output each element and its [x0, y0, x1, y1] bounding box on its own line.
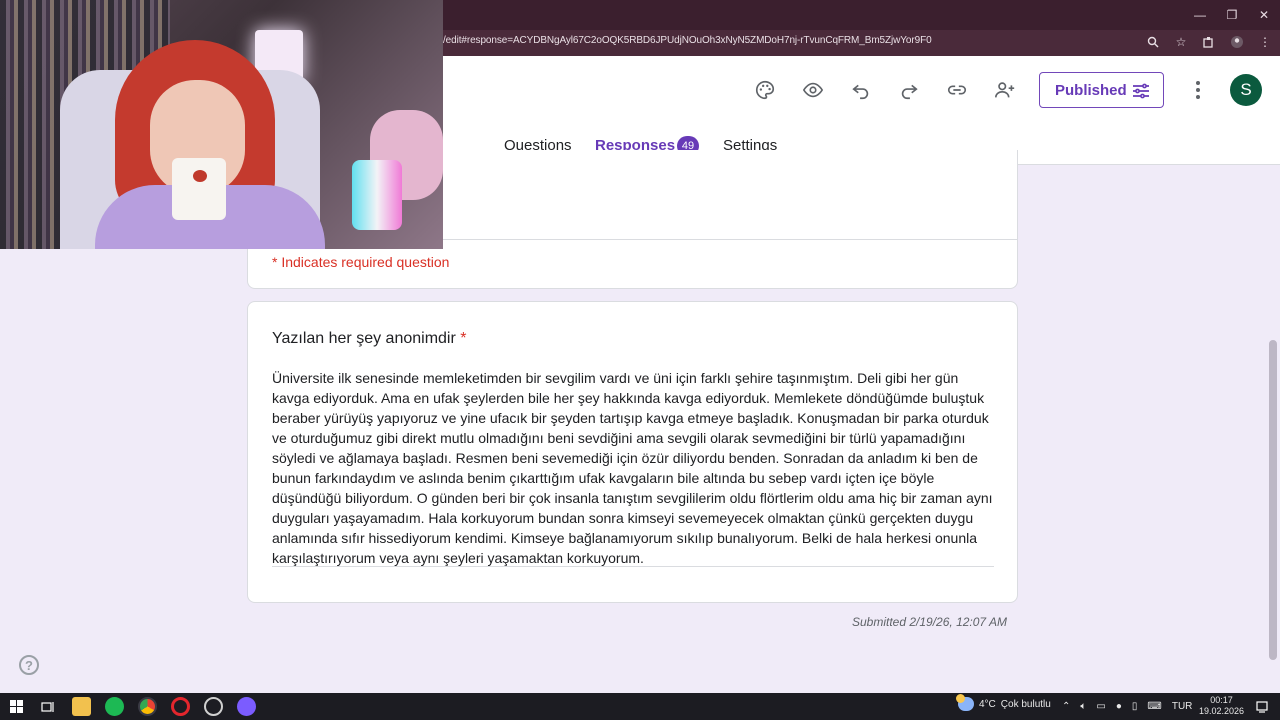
webcam-mug — [172, 158, 226, 220]
chrome-icon[interactable] — [138, 697, 157, 716]
weather-description: Çok bulutlu — [1000, 698, 1051, 710]
published-button[interactable]: Published — [1039, 72, 1164, 108]
taskbar-clock[interactable]: 00:17 19.02.2026 — [1199, 695, 1244, 717]
url-field[interactable]: /edit#response=ACYDBNgAyl67C2oOQK5RBD6JP… — [443, 35, 932, 46]
palette-icon[interactable] — [753, 78, 777, 102]
required-asterisk: * — [460, 330, 467, 347]
app-icon[interactable] — [204, 697, 223, 716]
webcam-mug-logo — [193, 170, 207, 182]
streaming-app-icon[interactable] — [237, 697, 256, 716]
profile-icon[interactable] — [1228, 33, 1246, 51]
zoom-icon[interactable] — [1144, 33, 1162, 51]
preview-eye-icon[interactable] — [801, 78, 825, 102]
system-tray: ⌃ 🔈︎ ▭ ● ▯ ⌨︎ TUR — [1062, 693, 1192, 720]
clock-date: 19.02.2026 — [1198, 706, 1244, 716]
extensions-icon[interactable] — [1200, 33, 1218, 51]
file-explorer-icon[interactable] — [72, 697, 91, 716]
bookmark-star-icon[interactable]: ☆ — [1172, 33, 1190, 51]
published-label: Published — [1055, 81, 1127, 99]
keyboard-icon[interactable]: ⌨︎ — [1147, 701, 1161, 712]
battery-icon[interactable]: ▯ — [1132, 701, 1138, 712]
weather-widget[interactable]: 4°C Çok bulutlu — [956, 694, 1051, 711]
speaker-icon[interactable]: 🔈︎ — [1080, 701, 1086, 712]
question-card: Yazılan her şey anonimdir * Üniversite i… — [247, 301, 1018, 603]
window-controls: — ❐ ✕ — [1184, 0, 1280, 30]
language-indicator[interactable]: TUR — [1172, 701, 1193, 712]
network-icon[interactable]: ▭ — [1096, 701, 1105, 712]
cloudy-weather-icon — [956, 694, 974, 711]
webcam-overlay — [0, 0, 443, 249]
response-answer-text: Üniversite ilk senesinde memleketimden b… — [272, 370, 993, 566]
clock-time: 00:17 — [1210, 695, 1233, 705]
add-collaborator-icon[interactable] — [993, 78, 1017, 102]
restore-button[interactable]: ❐ — [1216, 0, 1248, 30]
chevron-up-icon[interactable]: ⌃ — [1062, 701, 1070, 712]
close-window-button[interactable]: ✕ — [1248, 0, 1280, 30]
weather-temperature: 4°C — [979, 698, 996, 710]
settings-sliders-icon — [1133, 83, 1149, 99]
browser-menu-icon[interactable]: ⋮ — [1256, 33, 1274, 51]
spotify-icon[interactable] — [105, 697, 124, 716]
help-icon[interactable]: ? — [19, 655, 39, 675]
question-title-text: Yazılan her şey anonimdir — [272, 330, 456, 347]
notifications-icon[interactable] — [1252, 697, 1271, 716]
address-bar-actions: ☆ ⋮ — [1144, 33, 1274, 51]
redo-icon[interactable] — [897, 78, 921, 102]
opera-icon[interactable] — [171, 697, 190, 716]
undo-icon[interactable] — [849, 78, 873, 102]
submitted-timestamp: Submitted 2/19/26, 12:07 AM — [852, 615, 1007, 629]
page-scrollbar-thumb[interactable] — [1269, 340, 1277, 660]
answer-underline — [272, 566, 994, 567]
windows-taskbar: 4°C Çok bulutlu ⌃ 🔈︎ ▭ ● ▯ ⌨︎ TUR 00:17 … — [0, 693, 1280, 720]
account-avatar[interactable]: S — [1230, 74, 1262, 106]
windows-start-icon[interactable] — [7, 697, 26, 716]
task-view-icon[interactable] — [38, 697, 57, 716]
minimize-button[interactable]: — — [1184, 0, 1216, 30]
question-title: Yazılan her şey anonimdir * — [272, 330, 466, 348]
required-question-note: * Indicates required question — [272, 254, 450, 270]
microphone-icon[interactable]: ● — [1116, 701, 1122, 712]
link-icon[interactable] — [945, 78, 969, 102]
more-options-icon[interactable] — [1187, 78, 1209, 102]
webcam-microphone — [352, 160, 402, 230]
